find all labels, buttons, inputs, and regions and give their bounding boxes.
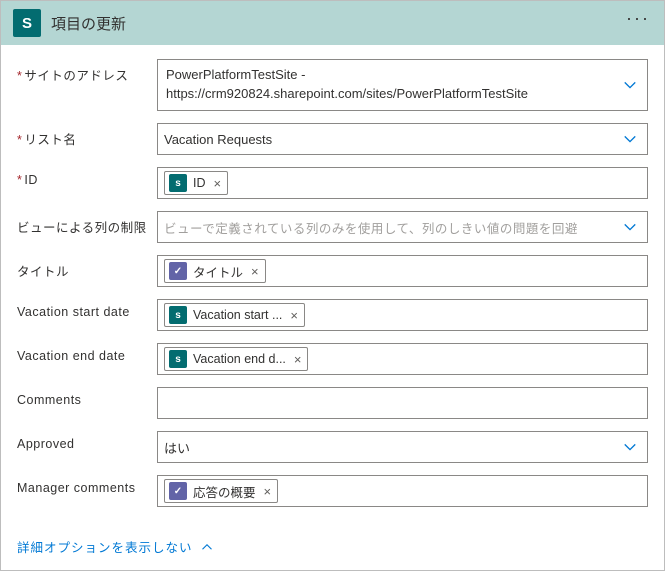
sharepoint-token-icon: s bbox=[169, 306, 187, 324]
label-approved: Approved bbox=[17, 431, 157, 451]
token-manager-comments[interactable]: ✓ 応答の概要 × bbox=[164, 479, 278, 503]
input-manager-comments[interactable]: ✓ 応答の概要 × bbox=[157, 475, 648, 507]
card-header[interactable]: S 項目の更新 ··· bbox=[1, 1, 664, 45]
label-title: タイトル bbox=[17, 255, 157, 280]
row-id: ID s ID × bbox=[17, 167, 648, 199]
sharepoint-token-icon: s bbox=[169, 350, 187, 368]
chevron-down-icon bbox=[623, 440, 637, 454]
token-vacation-start[interactable]: s Vacation start ... × bbox=[164, 303, 305, 327]
approvals-token-icon: ✓ bbox=[169, 262, 187, 280]
row-comments: Comments bbox=[17, 387, 648, 419]
token-remove-button[interactable]: × bbox=[212, 176, 224, 191]
row-vacation-end: Vacation end date s Vacation end d... × bbox=[17, 343, 648, 375]
chevron-down-icon bbox=[623, 220, 637, 234]
approvals-token-icon: ✓ bbox=[169, 482, 187, 500]
input-site-address[interactable]: PowerPlatformTestSite - https://crm92082… bbox=[157, 59, 648, 111]
site-address-name: PowerPlatformTestSite - bbox=[166, 66, 528, 85]
label-id: ID bbox=[17, 167, 157, 187]
input-limit-columns[interactable]: ビューで定義されている列のみを使用して、列のしきい値の問題を回避 bbox=[157, 211, 648, 243]
row-manager-comments: Manager comments ✓ 応答の概要 × bbox=[17, 475, 648, 507]
chevron-down-icon bbox=[623, 78, 637, 92]
row-list-name: リスト名 Vacation Requests bbox=[17, 123, 648, 155]
hide-advanced-options-link[interactable]: 詳細オプションを表示しない bbox=[1, 529, 664, 570]
label-comments: Comments bbox=[17, 387, 157, 407]
label-vacation-start: Vacation start date bbox=[17, 299, 157, 319]
placeholder-limit-columns: ビューで定義されている列のみを使用して、列のしきい値の問題を回避 bbox=[164, 218, 578, 237]
input-list-name[interactable]: Vacation Requests bbox=[157, 123, 648, 155]
row-site-address: サイトのアドレス PowerPlatformTestSite - https:/… bbox=[17, 59, 648, 111]
input-vacation-start[interactable]: s Vacation start ... × bbox=[157, 299, 648, 331]
list-name-value: Vacation Requests bbox=[164, 132, 272, 147]
action-card: S 項目の更新 ··· サイトのアドレス PowerPlatformTestSi… bbox=[0, 0, 665, 571]
token-remove-button[interactable]: × bbox=[288, 308, 300, 323]
site-address-url: https://crm920824.sharepoint.com/sites/P… bbox=[166, 85, 528, 104]
input-approved[interactable]: はい bbox=[157, 431, 648, 463]
token-id[interactable]: s ID × bbox=[164, 171, 228, 195]
row-vacation-start: Vacation start date s Vacation start ...… bbox=[17, 299, 648, 331]
token-remove-button[interactable]: × bbox=[262, 484, 274, 499]
more-menu-button[interactable]: ··· bbox=[626, 9, 650, 27]
chevron-up-icon bbox=[201, 541, 213, 553]
row-limit-columns: ビューによる列の制限 ビューで定義されている列のみを使用して、列のしきい値の問題… bbox=[17, 211, 648, 243]
label-site-address: サイトのアドレス bbox=[17, 59, 157, 84]
label-limit-columns: ビューによる列の制限 bbox=[17, 211, 157, 236]
sharepoint-icon: S bbox=[13, 9, 41, 37]
label-manager-comments: Manager comments bbox=[17, 475, 157, 495]
input-comments[interactable] bbox=[157, 387, 648, 419]
card-body: サイトのアドレス PowerPlatformTestSite - https:/… bbox=[1, 45, 664, 529]
token-vacation-end[interactable]: s Vacation end d... × bbox=[164, 347, 308, 371]
input-title[interactable]: ✓ タイトル × bbox=[157, 255, 648, 287]
row-title: タイトル ✓ タイトル × bbox=[17, 255, 648, 287]
footer-link-text: 詳細オプションを表示しない bbox=[17, 537, 193, 556]
chevron-down-icon bbox=[623, 132, 637, 146]
input-vacation-end[interactable]: s Vacation end d... × bbox=[157, 343, 648, 375]
label-list-name: リスト名 bbox=[17, 123, 157, 148]
sharepoint-token-icon: s bbox=[169, 174, 187, 192]
card-title: 項目の更新 bbox=[51, 13, 126, 34]
row-approved: Approved はい bbox=[17, 431, 648, 463]
label-vacation-end: Vacation end date bbox=[17, 343, 157, 363]
token-remove-button[interactable]: × bbox=[292, 352, 304, 367]
approved-value: はい bbox=[164, 438, 190, 457]
input-id[interactable]: s ID × bbox=[157, 167, 648, 199]
token-remove-button[interactable]: × bbox=[249, 264, 261, 279]
token-title[interactable]: ✓ タイトル × bbox=[164, 259, 266, 283]
